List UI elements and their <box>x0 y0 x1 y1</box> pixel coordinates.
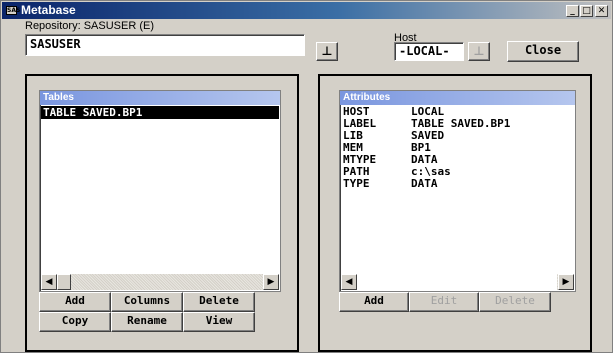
right-arrow-icon[interactable]: ▶ <box>558 274 574 290</box>
host-field[interactable]: -LOCAL- <box>394 42 464 61</box>
tables-add-button[interactable]: Add <box>39 292 111 312</box>
repository-value: SASUSER <box>30 37 81 51</box>
metabase-window: SAS Metabase _ □ ✕ Repository: SASUSER (… <box>0 0 613 353</box>
tables-hscrollbar[interactable]: ◀ ▶ <box>41 274 279 290</box>
left-arrow-icon[interactable]: ◀ <box>341 274 357 290</box>
attributes-hscrollbar[interactable]: ◀ ▶ <box>341 274 574 290</box>
app-icon[interactable]: SAS <box>6 6 20 15</box>
minimize-button[interactable]: _ <box>566 5 579 17</box>
host-value: -LOCAL- <box>399 44 450 58</box>
attribute-value: DATA <box>411 177 438 190</box>
tables-list[interactable]: Tables TABLE SAVED.BP1 ◀ ▶ <box>39 90 281 292</box>
tables-header: Tables <box>40 91 280 105</box>
attribute-row: TYPE DATA <box>340 178 575 190</box>
attribute-key: TYPE <box>343 177 370 190</box>
tables-columns-button[interactable]: Columns <box>111 292 183 312</box>
attributes-rows: HOST LOCAL LABEL TABLE SAVED.BP1 LIB SAV… <box>340 106 575 190</box>
attributes-add-button[interactable]: Add <box>339 292 409 312</box>
table-item[interactable]: TABLE SAVED.BP1 <box>43 107 142 119</box>
right-arrow-icon[interactable]: ▶ <box>263 274 279 290</box>
attributes-group: Attributes HOST LOCAL LABEL TABLE SAVED.… <box>318 74 592 352</box>
tables-delete-button[interactable]: Delete <box>183 292 255 312</box>
attributes-delete-button[interactable]: Delete <box>479 292 551 312</box>
left-arrow-icon[interactable]: ◀ <box>41 274 57 290</box>
tables-group: Tables TABLE SAVED.BP1 ◀ ▶ Add Columns D… <box>25 74 299 352</box>
tables-copy-button[interactable]: Copy <box>39 312 111 332</box>
title-bar[interactable]: SAS Metabase _ □ ✕ <box>2 2 611 19</box>
host-dropdown-button[interactable]: ⊥ <box>468 42 490 61</box>
tables-view-button[interactable]: View <box>183 312 255 332</box>
attributes-header: Attributes <box>340 91 575 105</box>
down-arrow-icon: ⊥ <box>473 44 485 58</box>
attributes-edit-button[interactable]: Edit <box>409 292 479 312</box>
window-title: Metabase <box>21 3 76 17</box>
tables-rename-button[interactable]: Rename <box>111 312 183 332</box>
repository-field[interactable]: SASUSER <box>25 34 305 56</box>
down-arrow-icon: ⊥ <box>321 44 333 58</box>
scroll-thumb[interactable] <box>57 274 71 290</box>
attribute-row: LABEL TABLE SAVED.BP1 <box>340 118 575 130</box>
repository-dropdown-button[interactable]: ⊥ <box>316 42 338 61</box>
close-button[interactable]: Close <box>507 41 579 62</box>
close-window-button[interactable]: ✕ <box>595 5 608 17</box>
maximize-button[interactable]: □ <box>580 5 593 17</box>
attributes-list[interactable]: Attributes HOST LOCAL LABEL TABLE SAVED.… <box>339 90 576 292</box>
attribute-row: LIB SAVED <box>340 130 575 142</box>
scroll-track[interactable] <box>357 274 557 290</box>
attribute-row: MTYPE DATA <box>340 154 575 166</box>
repository-label: Repository: SASUSER (E) <box>25 20 154 32</box>
attribute-row: PATH c:\sas <box>340 166 575 178</box>
